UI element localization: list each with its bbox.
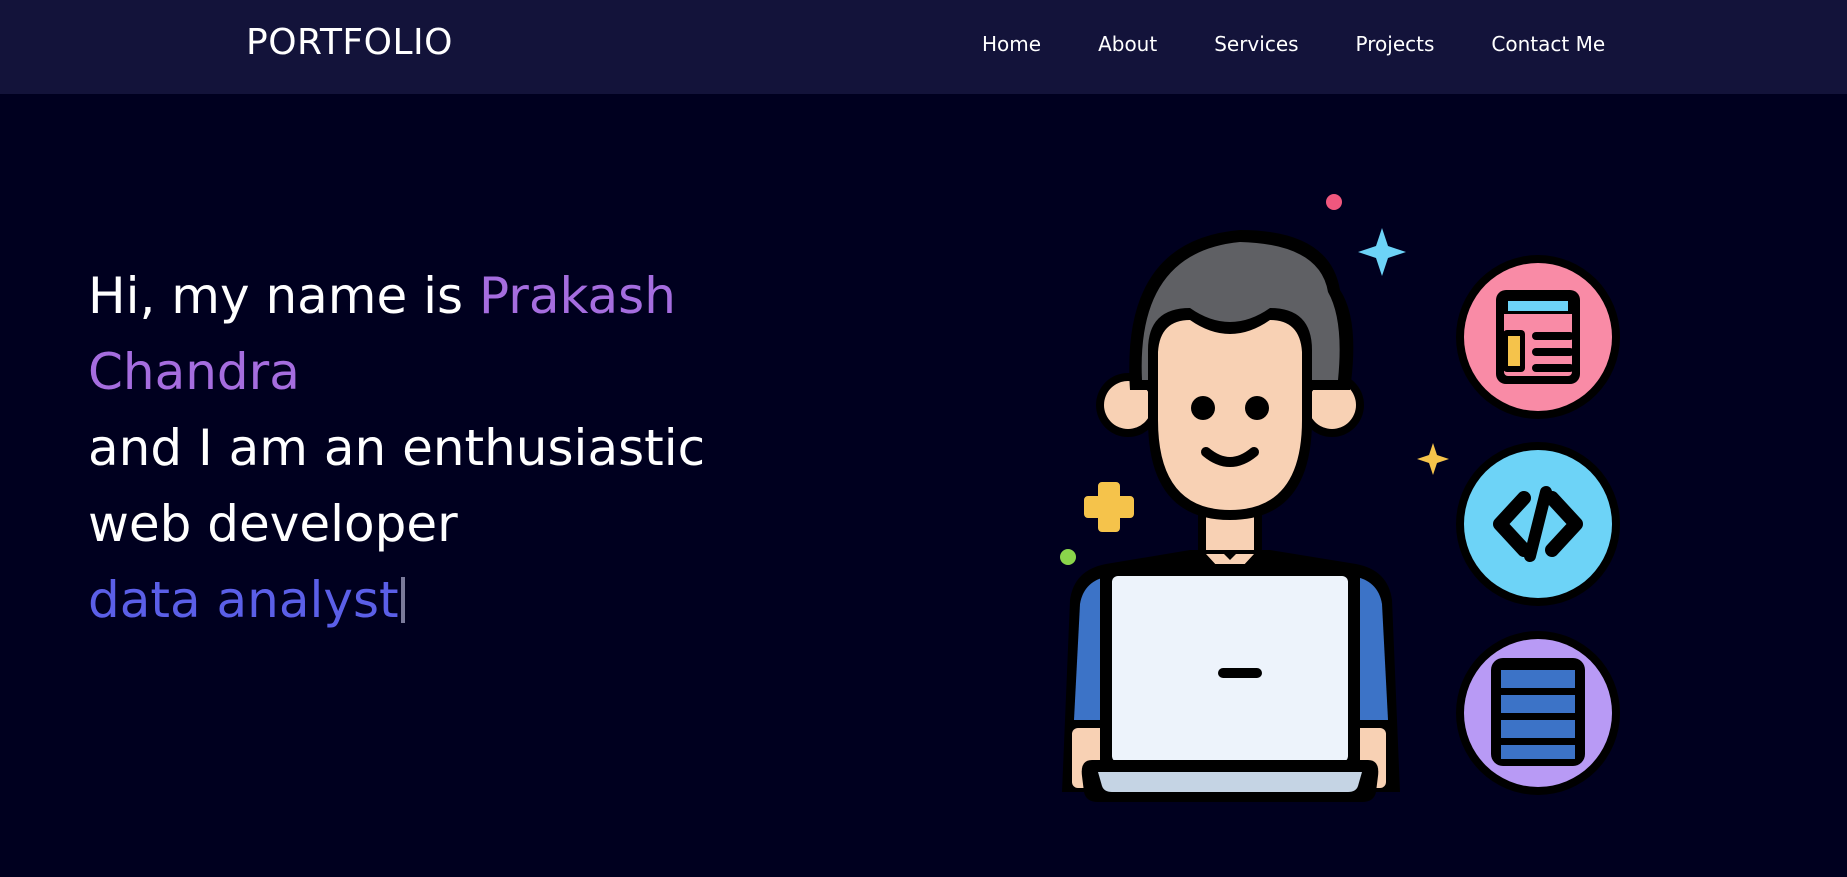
hero-intro: Hi, my name is: [88, 267, 479, 325]
sparkle-cyan-icon: [1358, 228, 1406, 276]
nav-home-link[interactable]: Home: [982, 32, 1041, 56]
typing-cursor: [400, 577, 405, 623]
nav-services-link[interactable]: Services: [1214, 32, 1298, 56]
hero-last-name: Chandra: [88, 343, 300, 401]
plus-yellow-icon: [1084, 482, 1134, 532]
logo[interactable]: PORTFOLIO: [246, 22, 453, 63]
developer-illustration: [1060, 194, 1620, 802]
hero-typed-line: data analyst: [88, 562, 788, 638]
layout-icon: [1456, 255, 1620, 419]
hero-line-4: web developer: [88, 495, 458, 553]
code-icon: [1456, 442, 1620, 606]
laptop-icon: [1081, 564, 1379, 802]
database-icon: [1456, 631, 1620, 795]
nav-projects-link[interactable]: Projects: [1356, 32, 1435, 56]
green-dot: [1060, 549, 1076, 565]
hero-first-name: Prakash: [479, 267, 676, 325]
navbar: PORTFOLIO Home About Services Projects C…: [0, 0, 1847, 94]
typed-role: data analyst: [88, 571, 399, 629]
nav-about-link[interactable]: About: [1098, 32, 1157, 56]
pink-dot: [1326, 194, 1342, 210]
hero-line-1: Hi, my name is Prakash: [88, 258, 788, 334]
nav-links: Home About Services Projects Contact Me: [982, 32, 1605, 56]
sparkle-yellow-icon: [1417, 443, 1449, 475]
hero-text: Hi, my name is Prakash Chandra and I am …: [88, 258, 788, 638]
nav-contact-link[interactable]: Contact Me: [1491, 32, 1605, 56]
hero-line-3: and I am an enthusiastic: [88, 419, 706, 477]
